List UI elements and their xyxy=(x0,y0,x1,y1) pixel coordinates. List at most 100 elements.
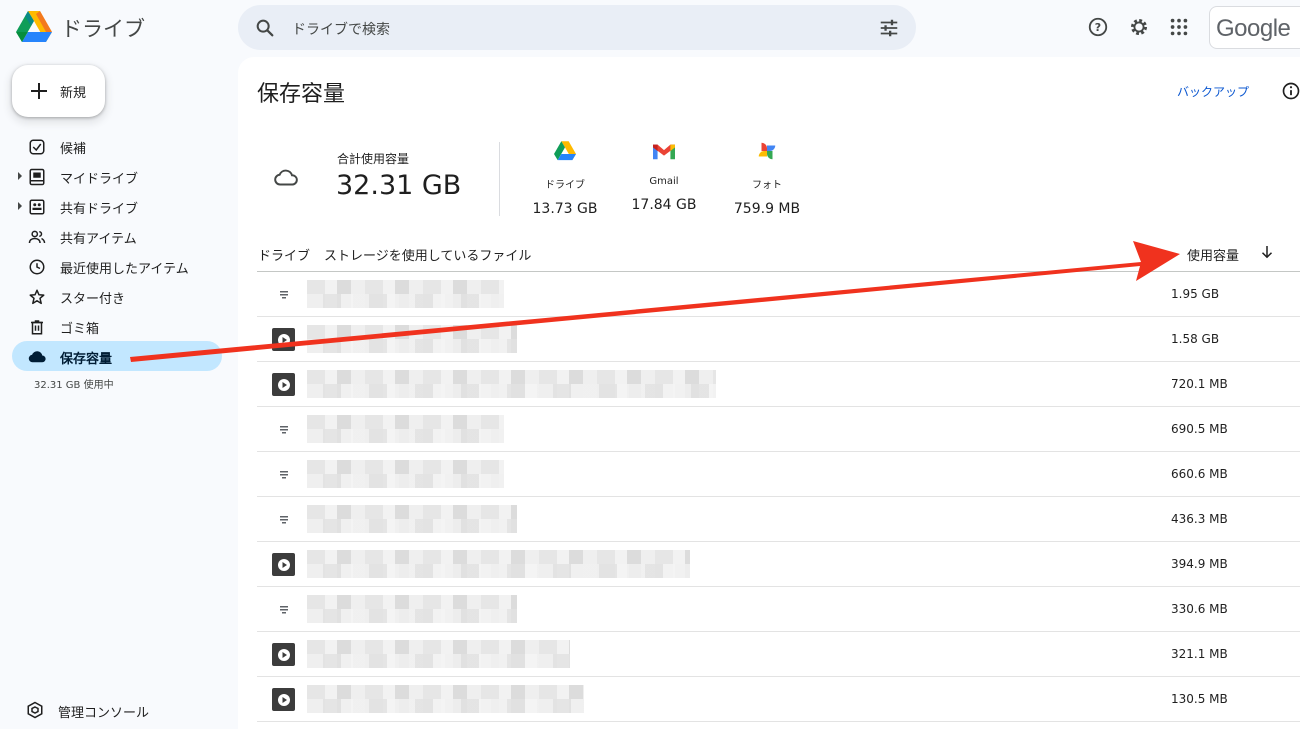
file-name-redacted xyxy=(307,685,584,713)
table-row[interactable]: 720.1 MB xyxy=(257,362,1300,407)
sidebar-item-recent[interactable]: 最近使用したアイテム xyxy=(0,251,222,281)
plus-icon xyxy=(27,79,51,103)
sidebar-item-label: 保存容量 xyxy=(60,348,112,367)
my-drive-icon xyxy=(28,168,46,186)
apps-grid-icon[interactable] xyxy=(1168,16,1190,38)
search-options-icon[interactable] xyxy=(878,17,900,39)
file-size: 436.3 MB xyxy=(1171,512,1228,526)
service-usage: 759.9 MB xyxy=(722,201,812,217)
sidebar-item-shared-with-me[interactable]: 共有アイテム xyxy=(0,221,222,251)
clock-icon xyxy=(28,258,46,276)
sidebar-item-storage[interactable]: 保存容量 xyxy=(12,341,222,371)
sidebar-item-label: ゴミ箱 xyxy=(60,318,99,337)
table-row[interactable]: 321.1 MB xyxy=(257,632,1300,677)
header-drive[interactable]: ドライブ xyxy=(258,245,310,264)
main-panel: 保存容量 バックアップ 合計使用容量 32.31 GB ドライブ 13.73 G… xyxy=(238,57,1300,729)
svg-text:?: ? xyxy=(1095,21,1101,34)
top-bar: ドライブ ドライブで検索 ? Google xyxy=(0,0,1300,56)
table-row[interactable]: 330.6 MB xyxy=(257,587,1300,632)
service-drive: ドライブ 13.73 GB xyxy=(520,140,610,217)
google-logo-text: Google xyxy=(1216,15,1290,43)
file-list-header: ドライブ ストレージを使用しているファイル 使用容量 xyxy=(257,237,1300,272)
sidebar-item-label: 共有アイテム xyxy=(60,228,137,247)
expand-caret-icon[interactable] xyxy=(18,202,22,210)
sidebar-item-label: 共有ドライブ xyxy=(60,198,138,217)
sidebar-item-label: 候補 xyxy=(60,138,86,157)
file-size: 1.58 GB xyxy=(1171,332,1219,346)
file-name-redacted xyxy=(307,370,716,398)
video-icon xyxy=(272,688,295,711)
file-size: 720.1 MB xyxy=(1171,377,1228,391)
summary-divider xyxy=(499,142,500,216)
document-icon xyxy=(272,508,295,531)
table-row[interactable]: 436.3 MB xyxy=(257,497,1300,542)
sidebar-nav: 候補 マイドライブ 共有ドライブ 共有アイテム 最近使用したアイテム スター付き… xyxy=(0,131,230,371)
video-icon xyxy=(272,328,295,351)
video-icon xyxy=(272,553,295,576)
sort-arrow-down-icon[interactable] xyxy=(1258,243,1276,261)
table-row[interactable]: 130.5 MB xyxy=(257,677,1300,722)
table-row[interactable]: 394.9 MB xyxy=(257,542,1300,587)
table-row[interactable]: 660.6 MB xyxy=(257,452,1300,497)
cloud-icon xyxy=(28,348,46,366)
info-icon[interactable] xyxy=(1281,81,1300,101)
page-title: 保存容量 xyxy=(257,76,345,108)
document-icon xyxy=(272,283,295,306)
google-account-button[interactable]: Google xyxy=(1209,6,1300,49)
sidebar-item-shared-drives[interactable]: 共有ドライブ xyxy=(0,191,222,221)
search-icon[interactable] xyxy=(254,17,276,39)
file-size: 130.5 MB xyxy=(1171,692,1228,706)
cloud-outline-icon xyxy=(273,165,299,191)
file-name-redacted xyxy=(307,640,570,668)
sidebar-item-my-drive[interactable]: マイドライブ xyxy=(0,161,222,191)
sidebar-item-trash[interactable]: ゴミ箱 xyxy=(0,311,222,341)
table-row[interactable]: 1.95 GB xyxy=(257,272,1300,317)
shared-drive-icon xyxy=(28,198,46,216)
star-icon xyxy=(28,288,46,306)
file-size: 660.6 MB xyxy=(1171,467,1228,481)
photos-icon xyxy=(756,140,778,162)
backup-link[interactable]: バックアップ xyxy=(1177,83,1249,100)
check-box-icon xyxy=(28,138,46,156)
header-files: ストレージを使用しているファイル xyxy=(324,245,531,264)
storage-used-text: 32.31 GB 使用中 xyxy=(34,376,114,391)
expand-caret-icon[interactable] xyxy=(18,172,22,180)
drive-icon xyxy=(554,140,576,162)
table-row[interactable]: 690.5 MB xyxy=(257,407,1300,452)
people-icon xyxy=(28,228,46,246)
total-usage-value: 32.31 GB xyxy=(336,170,461,201)
file-name-redacted xyxy=(307,460,504,488)
settings-gear-icon[interactable] xyxy=(1128,16,1150,38)
total-usage-label: 合計使用容量 xyxy=(337,150,409,167)
file-size: 1.95 GB xyxy=(1171,287,1219,301)
service-name: ドライブ xyxy=(520,176,610,191)
document-icon xyxy=(272,463,295,486)
gmail-icon xyxy=(653,140,675,162)
document-icon xyxy=(272,418,295,441)
service-name: フォト xyxy=(722,176,812,191)
file-list: 1.95 GB 1.58 GB 720.1 MB 690.5 MB 660.6 … xyxy=(257,272,1300,722)
file-size: 690.5 MB xyxy=(1171,422,1228,436)
file-size: 321.1 MB xyxy=(1171,647,1228,661)
file-name-redacted xyxy=(307,280,504,308)
file-size: 330.6 MB xyxy=(1171,602,1228,616)
new-button[interactable]: 新規 xyxy=(12,65,105,117)
search-input[interactable]: ドライブで検索 xyxy=(292,19,390,39)
search-bar[interactable]: ドライブで検索 xyxy=(238,5,916,50)
help-icon[interactable]: ? xyxy=(1087,16,1109,38)
service-usage: 13.73 GB xyxy=(520,201,610,217)
sidebar-item-label: スター付き xyxy=(60,288,125,307)
sidebar-item-suggested[interactable]: 候補 xyxy=(0,131,222,161)
drive-logo-icon[interactable] xyxy=(16,11,52,43)
file-name-redacted xyxy=(307,595,517,623)
file-name-redacted xyxy=(307,415,504,443)
file-name-redacted xyxy=(307,550,690,578)
file-name-redacted xyxy=(307,505,517,533)
sidebar-item-starred[interactable]: スター付き xyxy=(0,281,222,311)
header-size[interactable]: 使用容量 xyxy=(1187,245,1239,264)
trash-icon xyxy=(28,318,46,336)
video-icon xyxy=(272,373,295,396)
file-name-redacted xyxy=(307,325,517,353)
table-row[interactable]: 1.58 GB xyxy=(257,317,1300,362)
sidebar-item-label: マイドライブ xyxy=(60,168,138,187)
